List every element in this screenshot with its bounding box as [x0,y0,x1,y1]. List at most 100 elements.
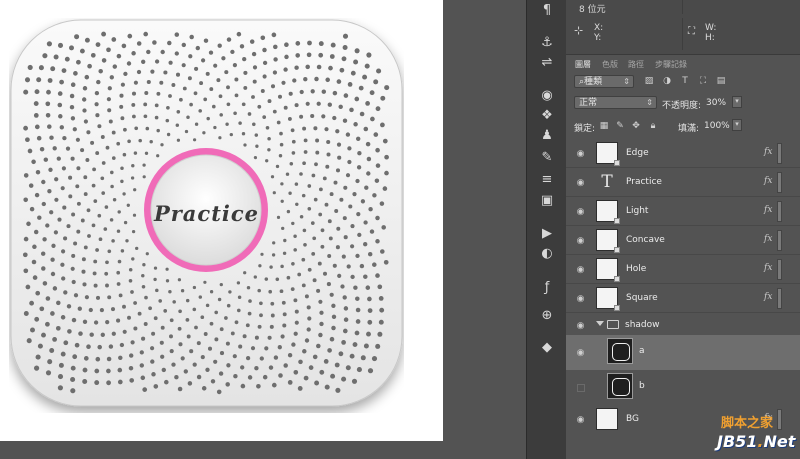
speaker-hole [384,170,389,176]
fx-icon[interactable]: fx [764,234,772,244]
lock-paint-icon[interactable]: ✎ [615,121,625,131]
fx-toggle[interactable] [777,259,782,280]
visibility-off-box[interactable] [577,384,585,392]
speaker-hole [192,307,197,312]
lock-position-icon[interactable]: ✥ [631,121,641,131]
eye-icon[interactable]: ◉ [575,414,586,425]
web-icon[interactable]: ⊕ [539,308,555,324]
blend-mode-select[interactable]: 正常 ⇕ [574,96,657,109]
layer-group-shadow[interactable]: ◉ shadow [566,317,800,335]
eye-icon[interactable]: ◉ [575,264,586,275]
fx-toggle[interactable] [777,143,782,164]
speaker-hole [132,114,136,119]
tab-history[interactable]: 步驟記錄 [655,59,687,70]
fx-icon[interactable]: fx [764,147,772,157]
layer-row-square[interactable]: ◉ Square fx [566,284,800,313]
speaker-hole [41,179,46,185]
tab-channels[interactable]: 色版 [602,59,618,70]
eye-icon[interactable]: ◉ [575,177,586,188]
speaker-hole [314,76,319,82]
speaker-hole [278,373,283,378]
speaker-hole [202,131,206,135]
layer-row-hole[interactable]: ◉ Hole fx [566,255,800,284]
fill-value[interactable]: 100% [704,121,730,131]
speaker-hole [257,104,262,109]
speaker-hole [313,126,318,131]
type-filter-icon[interactable]: T [680,76,690,86]
layer-row-light[interactable]: ◉ Light fx [566,197,800,226]
lines-icon[interactable]: ≡ [539,172,555,188]
speaker-hole [45,112,51,118]
pixel-filter-icon[interactable]: ▨ [644,76,654,86]
eye-icon[interactable]: ◉ [575,293,586,304]
fx-icon[interactable]: fx [764,176,772,186]
fx-icon[interactable]: fx [764,205,772,215]
brush-settings-icon[interactable]: ⚓ [539,35,555,51]
mask-icon[interactable]: ◐ [539,246,555,262]
layer-row-practice[interactable]: ◉ T Practice fx [566,168,800,197]
layer-row-b[interactable]: b [566,370,800,405]
fx-toggle[interactable] [777,230,782,251]
adjustment-filter-icon[interactable]: ◑ [662,76,672,86]
speaker-hole [377,284,383,290]
layer-row-edge[interactable]: ◉ Edge fx [566,139,800,168]
speaker-hole [279,142,284,147]
eye-icon[interactable]: ◉ [575,320,586,331]
speaker-hole [335,387,341,393]
eye-icon[interactable]: ◉ [575,235,586,246]
speaker-hole [330,42,336,48]
tab-layers[interactable]: 圖層 [575,59,591,70]
opacity-dropdown[interactable]: ▾ [732,96,742,108]
clone-icon[interactable]: ♟ [539,128,555,144]
play-icon[interactable]: ▶ [539,226,555,242]
fill-dropdown[interactable]: ▾ [732,119,742,131]
speaker-hole [315,138,320,143]
layer-thumbnail [596,229,620,253]
cube-icon[interactable]: ◆ [539,340,555,356]
eye-icon[interactable]: ◉ [575,347,586,358]
brush-icon[interactable]: ✎ [539,150,555,166]
lock-pixels-icon[interactable]: ▦ [599,121,609,131]
speaker-hole [138,138,142,143]
sphere-icon[interactable]: ◉ [539,88,555,104]
fx-toggle[interactable] [777,201,782,222]
fx-toggle[interactable] [777,172,782,193]
tab-paths[interactable]: 路徑 [628,59,644,70]
speaker-hole [91,183,96,188]
fx-icon[interactable]: fx [764,263,772,273]
layer-row-a[interactable]: ◉ a [566,335,800,370]
fx-icon[interactable]: ƒ [539,280,555,296]
adjust-icon[interactable]: ⇌ [539,55,555,71]
shape-filter-icon[interactable]: ⛶ [698,76,708,86]
speaker-hole [283,363,288,368]
speaker-hole [301,193,306,198]
speaker-hole [196,341,201,346]
fx-toggle[interactable] [777,288,782,309]
image-icon[interactable]: ▣ [539,193,555,209]
filter-type-select[interactable]: ⌕種類 ⇕ [574,75,634,88]
lock-all-icon[interactable]: 🔒︎ [648,121,658,131]
layer-row-concave[interactable]: ◉ Concave fx [566,226,800,255]
speaker-hole [352,342,358,348]
speaker-hole [243,85,248,90]
speaker-hole [355,178,360,184]
expand-triangle-icon[interactable] [596,321,604,326]
speaker-hole [214,337,219,342]
opacity-value[interactable]: 30% [706,98,726,108]
speaker-hole [55,325,61,331]
canvas-area[interactable]: Practice [0,0,526,459]
artboard[interactable]: Practice [0,0,443,441]
eye-icon[interactable]: ◉ [575,206,586,217]
speaker-hole [130,290,134,294]
speaker-hole [380,122,385,128]
speaker-hole [250,346,256,351]
fx-icon[interactable]: fx [764,292,772,302]
speaker-hole [95,248,99,252]
speaker-hole [52,336,58,342]
paragraph-icon[interactable]: ¶ [539,3,555,19]
speaker-hole [362,74,368,80]
eye-icon[interactable]: ◉ [575,148,586,159]
character-icon[interactable]: ❖ [539,108,555,124]
smart-object-filter-icon[interactable]: ▤ [716,76,726,86]
speaker-hole [94,368,100,374]
